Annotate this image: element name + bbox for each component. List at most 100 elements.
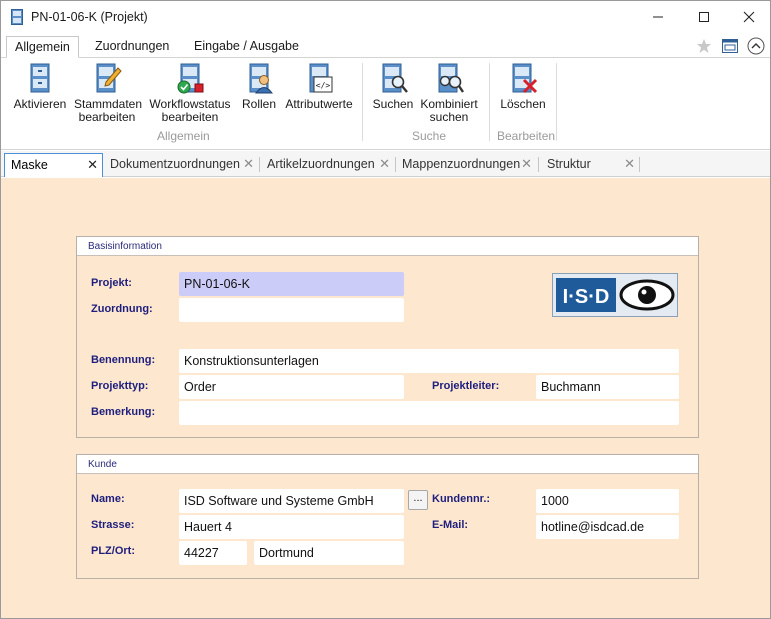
- kombiniert-suchen-button[interactable]: Kombiniert suchen: [417, 62, 481, 124]
- strasse-label: Strasse:: [91, 519, 135, 531]
- browse-customer-button[interactable]: ...: [408, 490, 428, 510]
- close-tab-icon[interactable]: ✕: [243, 153, 254, 175]
- tab-struktur[interactable]: Struktur ✕: [541, 153, 639, 177]
- attributwerte-button[interactable]: </> Attributwerte: [282, 62, 356, 111]
- maximize-icon: [699, 12, 709, 22]
- close-icon: [743, 11, 755, 23]
- group-label-bearbeiten: Bearbeiten: [497, 129, 556, 143]
- suchen-label: Suchen: [372, 97, 414, 111]
- svg-text:</>: </>: [316, 81, 331, 90]
- ribbon-tab-bar: Allgemein Zuordnungen Eingabe / Ausgabe: [1, 33, 770, 58]
- zuordnung-label: Zuordnung:: [91, 303, 153, 315]
- tab-allgemein[interactable]: Allgemein: [6, 36, 79, 58]
- tab-maske-label: Maske: [11, 158, 48, 172]
- close-tab-icon[interactable]: ✕: [379, 153, 390, 175]
- chevron-up-icon: [747, 37, 765, 55]
- workflowstatus-label: Workflowstatus bearbeiten: [149, 97, 231, 124]
- ribbon-separator: [489, 63, 490, 141]
- document-tab-bar: Maske ✕ Dokumentzuordnungen ✕ Artikelzuo…: [1, 151, 770, 177]
- close-tab-icon[interactable]: ✕: [521, 153, 532, 175]
- logo-text: I·S·D: [563, 286, 610, 308]
- projekttyp-label: Projekttyp:: [91, 380, 149, 392]
- minimize-icon: [653, 16, 663, 18]
- window-icon: [722, 39, 738, 53]
- bemerkung-label: Bemerkung:: [91, 406, 156, 418]
- tab-struktur-label: Struktur: [547, 157, 591, 171]
- loeschen-label: Löschen: [500, 97, 546, 111]
- name-field[interactable]: ISD Software und Systeme GmbH: [179, 489, 404, 513]
- file-cabinet-icon: [30, 63, 50, 93]
- search-icon: [382, 63, 408, 93]
- delete-icon: [512, 63, 538, 94]
- minimize-button[interactable]: [635, 1, 681, 33]
- plz-ort-label: PLZ/Ort:: [91, 545, 135, 557]
- projekt-label: Projekt:: [91, 277, 132, 289]
- suchen-button[interactable]: Suchen: [370, 62, 416, 111]
- rollen-label: Rollen: [241, 97, 277, 111]
- form-area: Basisinformation Projekt: PN-01-06-K Zuo…: [1, 178, 770, 618]
- kundennr-label: Kundennr.:: [432, 493, 491, 505]
- workflowstatus-bearbeiten-button[interactable]: Workflowstatus bearbeiten: [147, 62, 233, 124]
- tab-dokumentzuordnungen[interactable]: Dokumentzuordnungen ✕: [104, 153, 258, 177]
- tab-eingabe-ausgabe[interactable]: Eingabe / Ausgabe: [186, 36, 307, 58]
- attributwerte-label: Attributwerte: [285, 97, 353, 111]
- document-cabinet-icon: [11, 9, 23, 25]
- close-window-button[interactable]: [726, 1, 770, 33]
- kundennr-field[interactable]: 1000: [536, 489, 679, 513]
- benennung-label: Benennung:: [91, 354, 156, 366]
- bemerkung-field[interactable]: [179, 401, 679, 425]
- stammdaten-bearbeiten-button[interactable]: Stammdaten bearbeiten: [74, 62, 143, 124]
- aktivieren-label: Aktivieren: [13, 97, 67, 111]
- aktivieren-button[interactable]: Aktivieren: [10, 62, 70, 111]
- tab-artikelzuordnungen[interactable]: Artikelzuordnungen ✕: [261, 153, 394, 177]
- loeschen-button[interactable]: Löschen: [498, 62, 548, 111]
- email-label: E-Mail:: [432, 519, 469, 531]
- workflow-icon: [177, 63, 204, 94]
- isd-eye-logo-icon: I·S·D: [553, 274, 677, 316]
- projekt-field[interactable]: PN-01-06-K: [179, 272, 404, 296]
- rollen-button[interactable]: Rollen: [239, 62, 279, 111]
- projektleiter-field[interactable]: Buchmann: [536, 375, 679, 399]
- group-label-suche: Suche: [412, 129, 447, 143]
- isd-logo: I·S·D: [552, 273, 678, 317]
- ribbon-separator: [556, 63, 557, 141]
- pencil-icon: [96, 63, 122, 93]
- tab-separator: [639, 157, 640, 172]
- basisinformation-header: Basisinformation: [77, 237, 698, 256]
- close-tab-icon[interactable]: ✕: [624, 153, 635, 175]
- ort-field[interactable]: Dortmund: [254, 541, 404, 565]
- email-field[interactable]: hotline@isdcad.de: [536, 515, 679, 539]
- code-attribute-icon: </>: [309, 63, 333, 93]
- close-tab-icon[interactable]: ✕: [87, 154, 98, 176]
- tab-dokumentzuordnungen-label: Dokumentzuordnungen: [110, 157, 240, 171]
- tab-mappenzuordnungen[interactable]: Mappenzuordnungen ✕: [396, 153, 536, 177]
- zuordnung-field[interactable]: [179, 298, 404, 322]
- window-title: PN-01-06-K (Projekt): [31, 10, 148, 24]
- kunde-header: Kunde: [77, 455, 698, 474]
- plz-field[interactable]: 44227: [179, 541, 247, 565]
- stammdaten-label: Stammdaten bearbeiten: [74, 97, 143, 124]
- projekttyp-field[interactable]: Order: [179, 375, 404, 399]
- application-window: PN-01-06-K (Projekt) Allgemein Zuordnung…: [0, 0, 771, 619]
- star-icon: [697, 39, 711, 53]
- tab-artikelzuordnungen-label: Artikelzuordnungen: [267, 157, 375, 171]
- user-role-icon: [249, 63, 273, 94]
- group-label-allgemein: Allgemein: [157, 129, 210, 143]
- tab-mappenzuordnungen-label: Mappenzuordnungen: [402, 157, 521, 171]
- collapse-ribbon-button[interactable]: [747, 37, 765, 55]
- tab-maske[interactable]: Maske ✕: [4, 153, 103, 177]
- ribbon: Aktivieren Stammdaten bearbeiten Workflo…: [1, 58, 770, 150]
- favorite-button[interactable]: [695, 37, 713, 55]
- tab-separator: [538, 157, 539, 172]
- strasse-field[interactable]: Hauert 4: [179, 515, 404, 539]
- combined-search-icon: [438, 63, 464, 93]
- projektleiter-label: Projektleiter:: [432, 380, 500, 392]
- maximize-button[interactable]: [681, 1, 727, 33]
- tab-zuordnungen[interactable]: Zuordnungen: [87, 36, 177, 58]
- window-layout-button[interactable]: [721, 37, 739, 55]
- ribbon-separator: [362, 63, 363, 141]
- tab-separator: [259, 157, 260, 172]
- kombiniert-suchen-label: Kombiniert suchen: [420, 97, 478, 124]
- name-label: Name:: [91, 493, 125, 505]
- benennung-field[interactable]: Konstruktionsunterlagen: [179, 349, 679, 373]
